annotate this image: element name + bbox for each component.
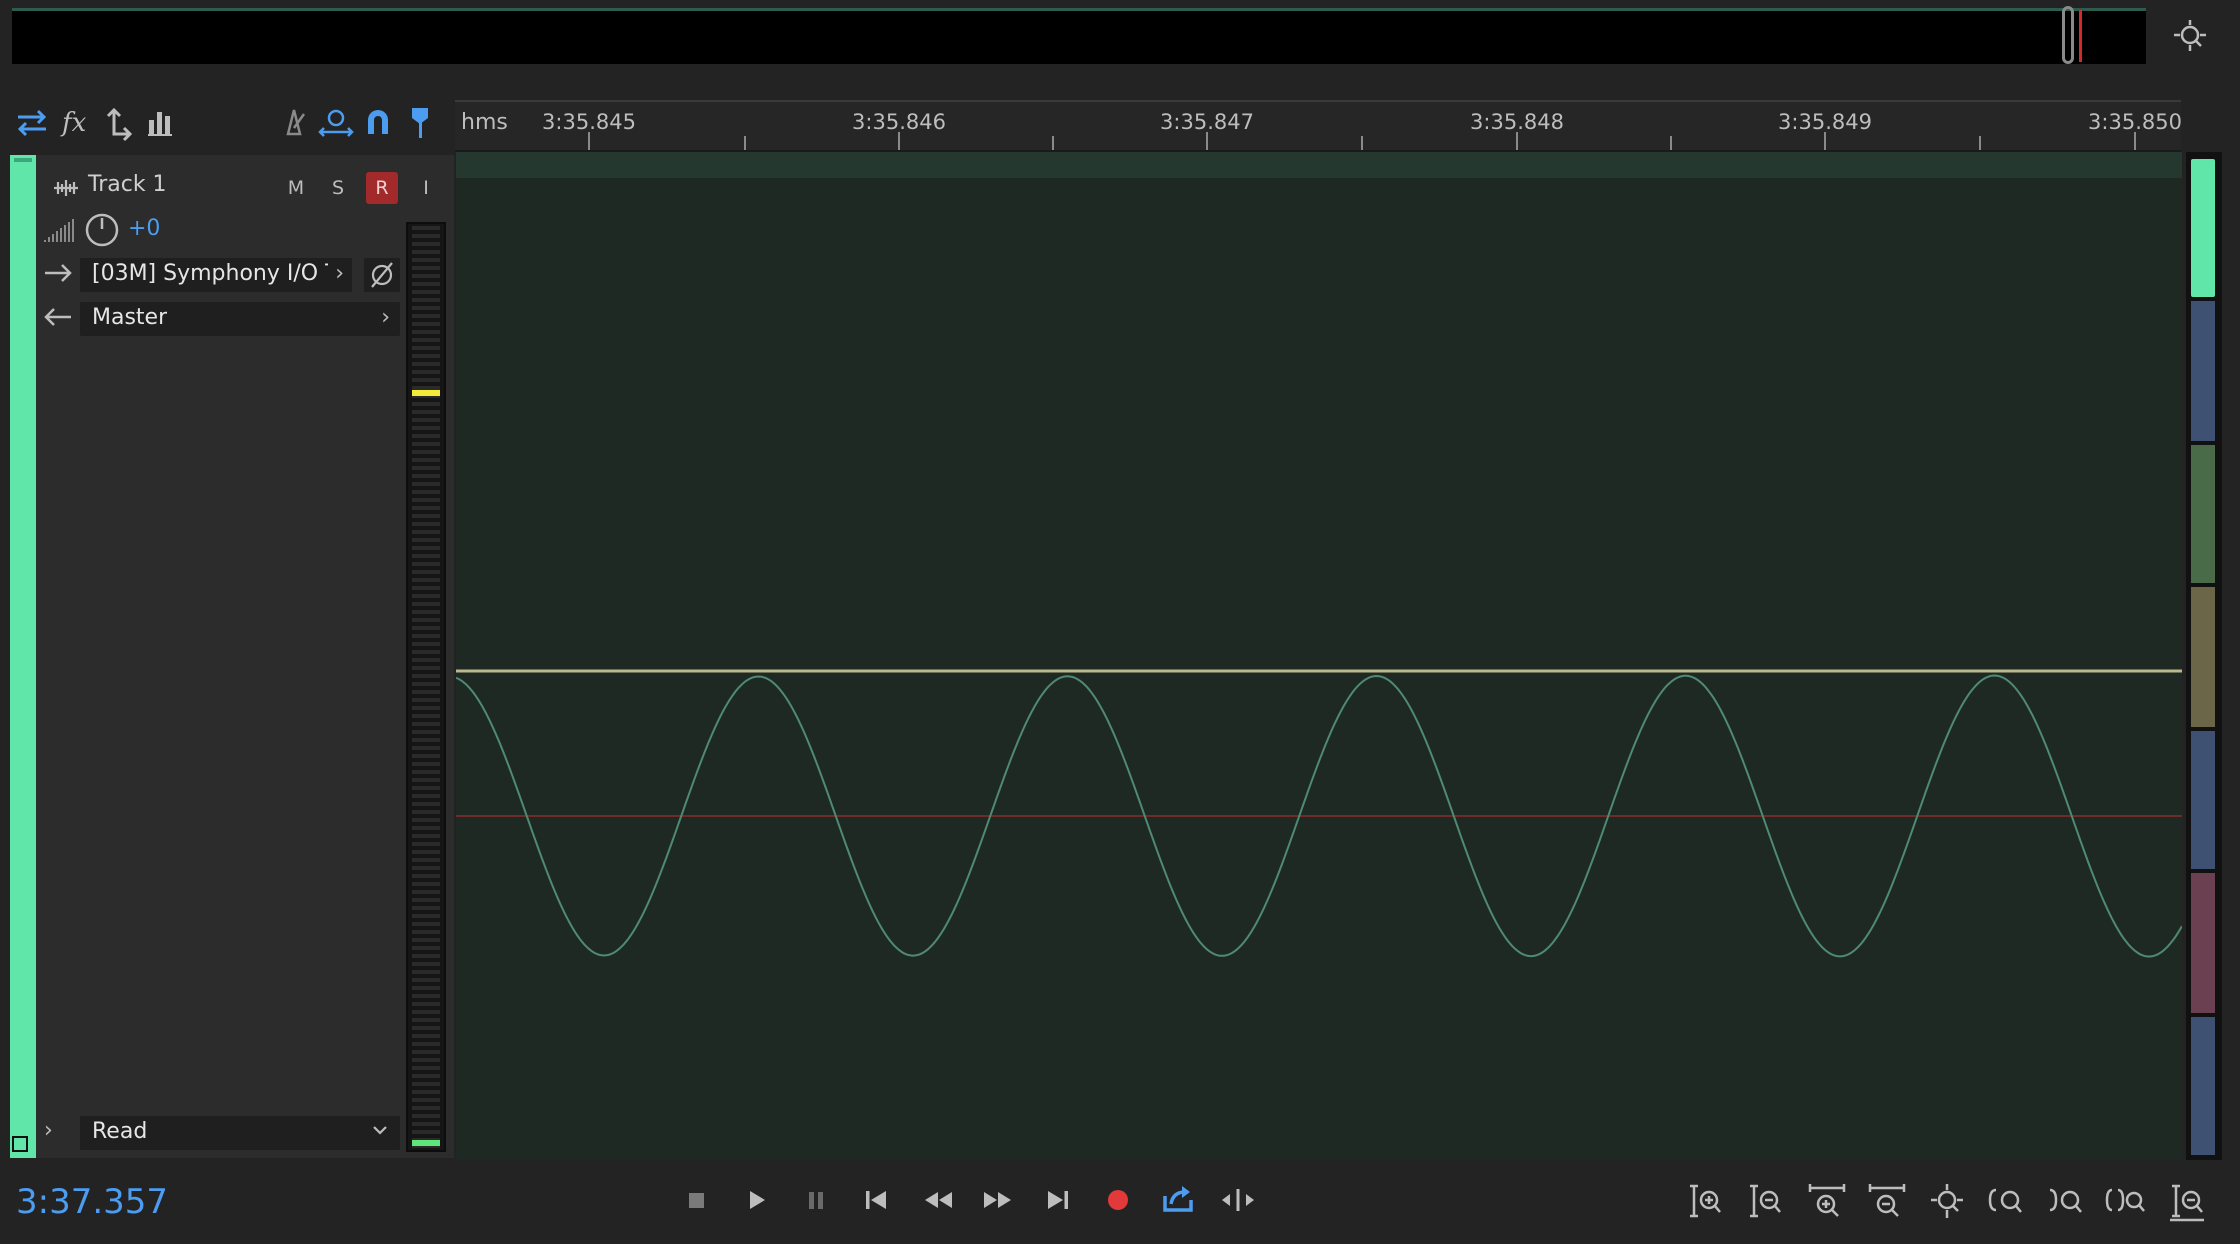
ruler-tick xyxy=(898,132,900,150)
zoom-in-at-end-icon[interactable] xyxy=(2044,1178,2090,1224)
mute-button[interactable]: M xyxy=(280,172,312,204)
input-monitor-button[interactable]: I xyxy=(410,172,442,204)
track-color-stripe[interactable] xyxy=(10,155,36,1158)
ruler-tick-label: 3:35.848 xyxy=(1470,110,1564,134)
zoom-selection-icon[interactable] xyxy=(2104,1178,2150,1224)
ruler-tick xyxy=(1670,136,1672,150)
output-arrow-icon xyxy=(42,304,74,330)
volume-meter-icon xyxy=(42,216,76,244)
zoom-in-time-icon[interactable] xyxy=(1804,1178,1850,1224)
time-display[interactable]: 3:37.357 xyxy=(16,1182,168,1222)
stop-icon[interactable] xyxy=(672,1178,720,1222)
overview-playhead xyxy=(2079,10,2082,62)
input-select[interactable]: [03M] Symphony I/O Th › xyxy=(80,258,352,292)
track-map-segment[interactable] xyxy=(2190,1016,2216,1156)
waveform-track-icon xyxy=(50,172,82,204)
fast-forward-icon[interactable] xyxy=(974,1178,1022,1222)
zoom-full-icon[interactable] xyxy=(1924,1178,1970,1224)
chevron-right-icon: › xyxy=(335,261,344,286)
input-arrow-icon xyxy=(42,260,74,286)
meter-peak-indicator xyxy=(412,390,440,396)
track-select-checkbox[interactable] xyxy=(12,1136,28,1152)
ruler-tick xyxy=(744,136,746,150)
metronome-icon[interactable] xyxy=(274,102,314,142)
phase-invert-icon[interactable] xyxy=(364,258,400,292)
expand-automation-icon[interactable]: › xyxy=(44,1118,53,1143)
loop-icon[interactable] xyxy=(1154,1178,1202,1222)
track-map-thumb[interactable] xyxy=(2190,158,2216,298)
track-map-segment[interactable] xyxy=(2190,872,2216,1014)
chevron-right-icon: › xyxy=(381,305,390,330)
eq-icon[interactable] xyxy=(140,102,180,142)
volume-value[interactable]: +0 xyxy=(128,216,160,241)
waveform-canvas[interactable] xyxy=(456,152,2182,1160)
record-arm-button[interactable]: R xyxy=(366,172,398,204)
go-to-end-icon[interactable] xyxy=(1034,1178,1082,1222)
zoom-out-time-icon[interactable] xyxy=(1864,1178,1910,1224)
meter-level-bar xyxy=(412,1140,440,1146)
automation-mode-select[interactable]: Read xyxy=(80,1116,400,1150)
skip-selection-icon[interactable] xyxy=(1214,1178,1262,1222)
pause-icon[interactable] xyxy=(792,1178,840,1222)
zoom-out-amplitude-icon[interactable] xyxy=(1742,1178,1788,1224)
overview-bar[interactable] xyxy=(12,8,2146,64)
go-to-start-icon[interactable] xyxy=(852,1178,900,1222)
input-select-value: [03M] Symphony I/O Th xyxy=(92,261,328,286)
solo-button[interactable]: S xyxy=(322,172,354,204)
ruler-tick-label: 3:35.845 xyxy=(542,110,636,134)
zoom-full-icon[interactable] xyxy=(2170,16,2210,56)
zoom-in-at-start-icon[interactable] xyxy=(1984,1178,2030,1224)
track-map-segment[interactable] xyxy=(2190,300,2216,442)
snap-icon[interactable] xyxy=(358,102,398,142)
ruler-tick xyxy=(1979,136,1981,150)
track-name[interactable]: Track 1 xyxy=(88,172,167,197)
track-map-segment[interactable] xyxy=(2190,730,2216,870)
ruler-tick-label: 3:35.849 xyxy=(1778,110,1872,134)
track-map-segment[interactable] xyxy=(2190,586,2216,728)
zoom-in-amplitude-icon[interactable] xyxy=(1682,1178,1728,1224)
ruler-tick xyxy=(1516,132,1518,150)
output-select-value: Master xyxy=(92,305,168,330)
record-icon[interactable] xyxy=(1094,1178,1142,1222)
automation-mode-value: Read xyxy=(92,1119,148,1144)
ruler-tick xyxy=(1361,136,1363,150)
ruler-tick xyxy=(2134,132,2136,150)
time-stretch-icon[interactable] xyxy=(316,102,356,142)
track-stripe-grip[interactable] xyxy=(14,158,32,162)
rewind-icon[interactable] xyxy=(914,1178,962,1222)
track-map-segment[interactable] xyxy=(2190,444,2216,584)
vertical-track-map[interactable] xyxy=(2186,152,2222,1160)
ruler-tick xyxy=(588,132,590,150)
output-select[interactable]: Master › xyxy=(80,302,400,336)
ruler-tick xyxy=(1206,132,1208,150)
chevron-down-icon xyxy=(370,1120,390,1140)
ruler-unit-label: hms xyxy=(461,110,508,135)
ruler-tick-label: 3:35.847 xyxy=(1160,110,1254,134)
overview-range-handle[interactable] xyxy=(2062,6,2074,64)
switch-view-icon[interactable] xyxy=(12,102,52,142)
time-ruler[interactable]: hms 3:35.845 3:35.846 3:35.847 3:35.848 … xyxy=(455,100,2182,152)
play-icon[interactable] xyxy=(732,1178,780,1222)
ruler-tick xyxy=(1824,132,1826,150)
volume-knob-icon[interactable] xyxy=(84,212,120,248)
fx-icon[interactable]: fx xyxy=(56,102,96,142)
send-icon[interactable] xyxy=(100,102,140,142)
meter-segments xyxy=(412,226,440,1148)
track-level-meter xyxy=(406,222,446,1152)
ruler-tick-label: 3:35.850 xyxy=(2088,110,2182,134)
svg-text:fx: fx xyxy=(60,108,87,138)
ruler-tick-label: 3:35.846 xyxy=(852,110,946,134)
marker-icon[interactable] xyxy=(400,102,440,142)
ruler-tick xyxy=(1052,136,1054,150)
zoom-tracks-icon[interactable] xyxy=(2164,1178,2210,1224)
